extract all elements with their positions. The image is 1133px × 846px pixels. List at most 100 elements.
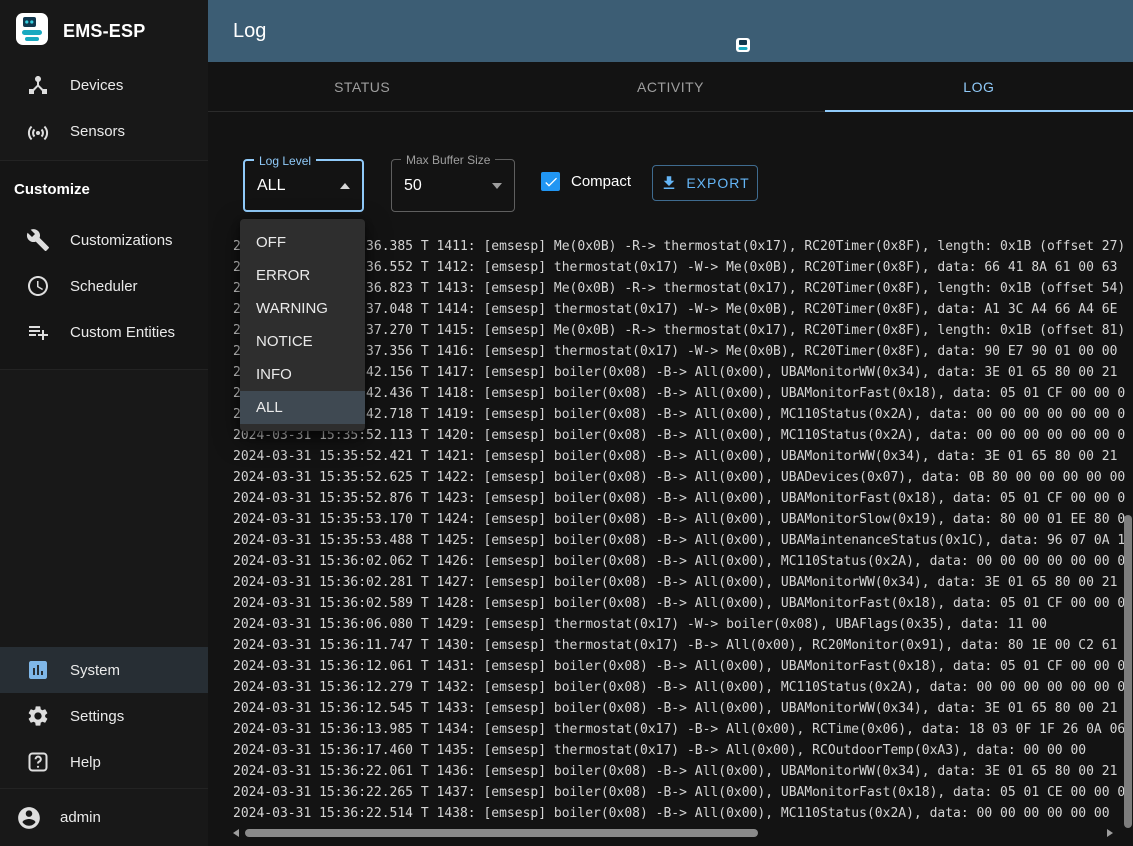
sidebar-item-custom-entities[interactable]: Custom Entities bbox=[0, 309, 208, 355]
sidebar-item-admin[interactable]: admin bbox=[0, 788, 208, 846]
sidebar-bottom-group: System Settings Help bbox=[0, 647, 208, 785]
max-buffer-select[interactable]: Max Buffer Size 50 bbox=[391, 159, 515, 212]
playlist-add-icon bbox=[26, 320, 50, 344]
tab-bar: STATUS ACTIVITY LOG bbox=[208, 62, 1133, 112]
sidebar-item-settings[interactable]: Settings bbox=[0, 693, 208, 739]
log-line: 2024-03-31 15:35:42.156 T 1417: [emsesp]… bbox=[233, 362, 1125, 383]
tab-label: LOG bbox=[963, 79, 994, 95]
device-hub-icon bbox=[26, 73, 50, 97]
app-logo-icon bbox=[15, 12, 49, 51]
main-area: Log STATUS ACTIVITY LOG Log Level bbox=[208, 0, 1133, 846]
tab-label: ACTIVITY bbox=[637, 79, 704, 95]
compact-checkbox-control[interactable]: Compact bbox=[541, 172, 631, 191]
menu-item-all[interactable]: ALL bbox=[240, 391, 365, 424]
sidebar-item-label: Sensors bbox=[70, 123, 125, 140]
sidebar-item-label: Help bbox=[70, 754, 101, 771]
ems-esp-app: EMS-ESP Devices Sensors Customize bbox=[0, 0, 1133, 846]
menu-item-notice[interactable]: NOTICE bbox=[240, 325, 365, 358]
sidebar-item-label: Settings bbox=[70, 708, 124, 725]
caret-down-icon bbox=[492, 183, 502, 189]
sidebar-item-customizations[interactable]: Customizations bbox=[0, 217, 208, 263]
schedule-icon bbox=[26, 274, 50, 298]
log-line: 2024-03-31 15:35:52.421 T 1421: [emsesp]… bbox=[233, 446, 1125, 467]
log-line: 2024-03-31 15:36:02.589 T 1428: [emsesp]… bbox=[233, 593, 1125, 614]
log-line: 2024-03-31 15:35:42.718 T 1419: [emsesp]… bbox=[233, 404, 1125, 425]
log-line: 2024-03-31 15:36:06.080 T 1429: [emsesp]… bbox=[233, 614, 1125, 635]
log-line: 2024-03-31 15:36:12.061 T 1431: [emsesp]… bbox=[233, 656, 1125, 677]
log-line: 2024-03-31 15:36:02.281 T 1427: [emsesp]… bbox=[233, 572, 1125, 593]
log-line: 2024-03-31 15:35:37.270 T 1415: [emsesp]… bbox=[233, 320, 1125, 341]
log-output[interactable]: 2024-03-31 15:35:36.385 T 1411: [emsesp]… bbox=[233, 236, 1125, 826]
tab-status[interactable]: STATUS bbox=[208, 62, 516, 111]
sidebar-item-label: Custom Entities bbox=[70, 324, 175, 341]
log-level-menu: OFF ERROR WARNING NOTICE INFO ALL bbox=[240, 219, 365, 431]
tab-log[interactable]: LOG bbox=[825, 62, 1133, 111]
max-buffer-select-label: Max Buffer Size bbox=[401, 153, 495, 167]
compact-checkbox-label[interactable]: Compact bbox=[571, 173, 631, 190]
page-title: Log bbox=[233, 0, 266, 62]
horizontal-scrollbar[interactable] bbox=[233, 828, 1113, 838]
export-button[interactable]: EXPORT bbox=[652, 165, 758, 201]
log-line: 2024-03-31 15:36:12.279 T 1432: [emsesp]… bbox=[233, 677, 1125, 698]
log-line: 2024-03-31 15:36:22.061 T 1436: [emsesp]… bbox=[233, 761, 1125, 782]
log-line: 2024-03-31 15:36:13.985 T 1434: [emsesp]… bbox=[233, 719, 1125, 740]
username: admin bbox=[60, 809, 101, 826]
scroll-left-arrow-icon[interactable] bbox=[233, 829, 239, 837]
account-circle-icon bbox=[16, 805, 42, 831]
build-icon bbox=[26, 228, 50, 252]
customize-section: Customize Customizations Scheduler Custo… bbox=[0, 160, 208, 370]
sidebar-item-label: Scheduler bbox=[70, 278, 138, 295]
menu-item-warning[interactable]: WARNING bbox=[240, 292, 365, 325]
sidebar-item-sensors[interactable]: Sensors bbox=[0, 108, 208, 154]
log-level-select-value: ALL bbox=[257, 177, 332, 195]
appbar: Log bbox=[208, 0, 1133, 62]
log-line: 2024-03-31 15:35:52.876 T 1423: [emsesp]… bbox=[233, 488, 1125, 509]
gear-icon bbox=[26, 704, 50, 728]
vertical-scrollbar[interactable] bbox=[1124, 237, 1133, 846]
log-line: 2024-03-31 15:35:53.488 T 1425: [emsesp]… bbox=[233, 530, 1125, 551]
scroll-right-arrow-icon[interactable] bbox=[1107, 829, 1113, 837]
log-line: 2024-03-31 15:35:36.823 T 1413: [emsesp]… bbox=[233, 278, 1125, 299]
compact-checkbox[interactable] bbox=[541, 172, 560, 191]
mascot-icon bbox=[735, 37, 751, 58]
sidebar: EMS-ESP Devices Sensors Customize bbox=[0, 0, 208, 846]
customize-section-header: Customize bbox=[0, 161, 208, 217]
export-button-label: EXPORT bbox=[686, 175, 749, 191]
check-icon bbox=[543, 174, 559, 190]
log-line: 2024-03-31 15:35:36.552 T 1412: [emsesp]… bbox=[233, 257, 1125, 278]
sidebar-item-scheduler[interactable]: Scheduler bbox=[0, 263, 208, 309]
log-line: 2024-03-31 15:36:12.545 T 1433: [emsesp]… bbox=[233, 698, 1125, 719]
sidebar-item-system[interactable]: System bbox=[0, 647, 208, 693]
sidebar-item-label: Customizations bbox=[70, 232, 173, 249]
menu-item-info[interactable]: INFO bbox=[240, 358, 365, 391]
menu-item-error[interactable]: ERROR bbox=[240, 259, 365, 292]
log-line: 2024-03-31 15:35:42.436 T 1418: [emsesp]… bbox=[233, 383, 1125, 404]
log-line: 2024-03-31 15:35:53.170 T 1424: [emsesp]… bbox=[233, 509, 1125, 530]
log-line: 2024-03-31 15:36:11.747 T 1430: [emsesp]… bbox=[233, 635, 1125, 656]
log-line: 2024-03-31 15:36:02.062 T 1426: [emsesp]… bbox=[233, 551, 1125, 572]
log-level-select[interactable]: Log Level ALL bbox=[243, 159, 364, 212]
download-icon bbox=[660, 174, 678, 192]
log-line: 2024-03-31 15:35:52.113 T 1420: [emsesp]… bbox=[233, 425, 1125, 446]
max-buffer-select-value: 50 bbox=[404, 177, 484, 195]
sidebar-item-help[interactable]: Help bbox=[0, 739, 208, 785]
tab-activity[interactable]: ACTIVITY bbox=[516, 62, 824, 111]
log-line: 2024-03-31 15:35:37.356 T 1416: [emsesp]… bbox=[233, 341, 1125, 362]
caret-up-icon bbox=[340, 183, 350, 189]
sidebar-header: EMS-ESP bbox=[0, 0, 208, 62]
log-line: 2024-03-31 15:35:36.385 T 1411: [emsesp]… bbox=[233, 236, 1125, 257]
menu-item-off[interactable]: OFF bbox=[240, 226, 365, 259]
tab-label: STATUS bbox=[334, 79, 390, 95]
log-line: 2024-03-31 15:36:22.265 T 1437: [emsesp]… bbox=[233, 782, 1125, 803]
help-icon bbox=[26, 750, 50, 774]
horizontal-scrollbar-thumb[interactable] bbox=[245, 829, 758, 837]
log-line: 2024-03-31 15:35:37.048 T 1414: [emsesp]… bbox=[233, 299, 1125, 320]
log-level-select-label: Log Level bbox=[254, 154, 316, 168]
sensors-icon bbox=[26, 119, 50, 143]
sidebar-item-label: Devices bbox=[70, 77, 123, 94]
sidebar-item-label: System bbox=[70, 662, 120, 679]
log-line: 2024-03-31 15:36:17.460 T 1435: [emsesp]… bbox=[233, 740, 1125, 761]
sidebar-item-devices[interactable]: Devices bbox=[0, 62, 208, 108]
vertical-scrollbar-thumb[interactable] bbox=[1124, 515, 1132, 828]
log-line: 2024-03-31 15:35:52.625 T 1422: [emsesp]… bbox=[233, 467, 1125, 488]
